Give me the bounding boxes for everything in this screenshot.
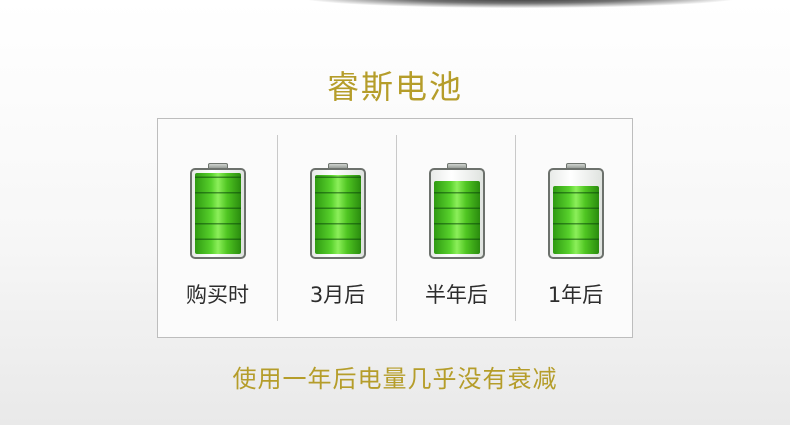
battery-body bbox=[310, 168, 366, 259]
battery-comparison-panel: 购买时 3月后 半年后 1年后 bbox=[157, 118, 633, 338]
caption-text: 使用一年后电量几乎没有衰减 bbox=[232, 365, 558, 393]
battery-charge-level bbox=[553, 186, 599, 254]
battery-body bbox=[429, 168, 485, 259]
battery-charge-level bbox=[195, 173, 241, 254]
battery-label: 购买时 bbox=[186, 283, 249, 307]
page-title: 睿斯电池 bbox=[326, 68, 463, 106]
battery-label: 1年后 bbox=[547, 283, 604, 307]
battery-charge-level bbox=[315, 175, 361, 254]
battery-body bbox=[548, 168, 604, 259]
top-shadow-decoration bbox=[300, 0, 740, 8]
battery-icon bbox=[548, 163, 604, 259]
battery-cell-3-months: 3月后 bbox=[278, 119, 397, 337]
battery-cell-half-year: 半年后 bbox=[397, 119, 516, 337]
battery-icon bbox=[310, 163, 366, 259]
battery-label: 3月后 bbox=[309, 283, 366, 307]
battery-body bbox=[190, 168, 246, 259]
battery-cell-purchase: 购买时 bbox=[158, 119, 277, 337]
battery-label: 半年后 bbox=[425, 283, 488, 307]
battery-icon bbox=[190, 163, 246, 259]
battery-icon bbox=[429, 163, 485, 259]
battery-charge-level bbox=[434, 181, 480, 254]
battery-cell-1-year: 1年后 bbox=[516, 119, 635, 337]
